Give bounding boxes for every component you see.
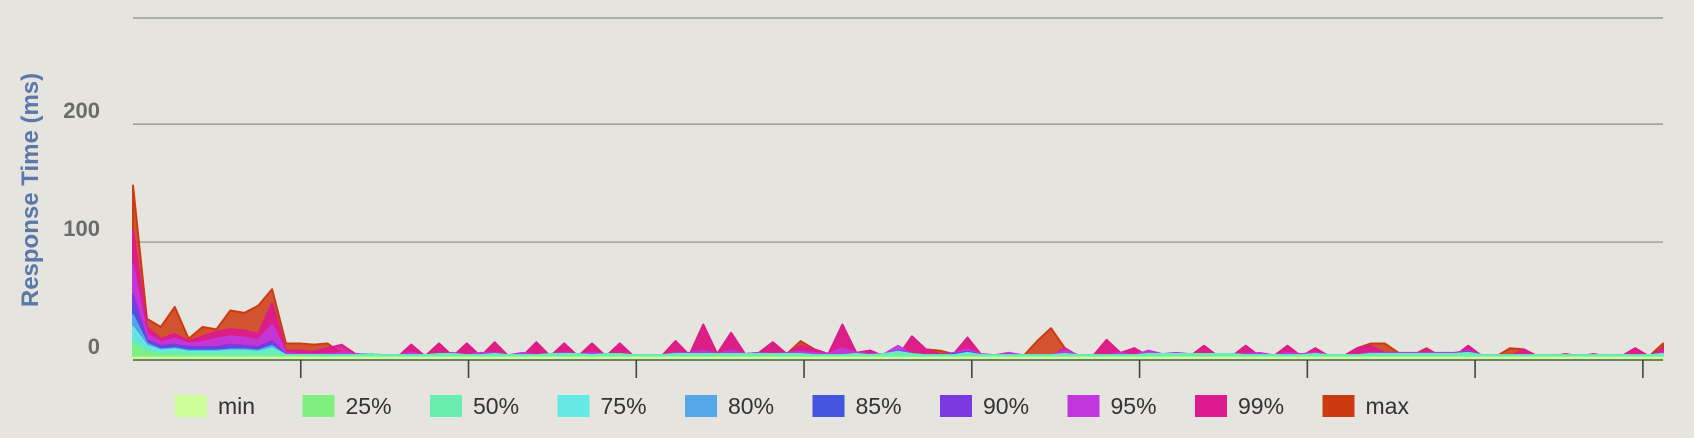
legend-item-90pct[interactable]: 90% [940, 393, 1029, 419]
legend-swatch [1067, 395, 1100, 417]
legend-swatch [557, 395, 590, 417]
legend-swatch [1322, 395, 1355, 417]
legend-item-75pct[interactable]: 75% [557, 393, 647, 419]
series-area-90pct [132, 294, 1664, 361]
legend-item-80pct[interactable]: 80% [685, 393, 774, 419]
legend-swatch [302, 395, 335, 417]
legend-swatch [685, 395, 717, 417]
area-layer [132, 184, 1664, 361]
y-tick-label: 100 [63, 216, 100, 241]
legend-label: 90% [983, 393, 1029, 419]
legend-swatch [430, 395, 462, 417]
legend-label: 75% [601, 393, 647, 419]
series-area-max [132, 184, 1664, 361]
legend-swatch [940, 395, 972, 417]
legend-swatch [175, 395, 207, 417]
legend-label: min [218, 393, 255, 419]
response-time-chart: 0 100 200 Response Time (ms) min 25% 50% 75% 8… [0, 0, 1694, 438]
legend-item-50pct[interactable]: 50% [430, 393, 519, 419]
legend-label: 99% [1238, 393, 1284, 419]
y-tick-label: 200 [63, 98, 100, 123]
y-axis-label: Response Time (ms) [17, 73, 44, 307]
legend-label: 25% [346, 393, 392, 419]
series-area-99pct [132, 229, 1664, 361]
legend-label: 50% [473, 393, 519, 419]
grid-layer [133, 17, 1663, 243]
legend-label: 80% [728, 393, 774, 419]
chart-canvas: 0 100 200 Response Time (ms) min 25% 50% 75% 8… [17, 17, 1664, 419]
axis-layer [133, 359, 1663, 378]
legend-label: max [1366, 393, 1410, 419]
legend-item-25pct[interactable]: 25% [302, 393, 392, 419]
legend-label: 95% [1111, 393, 1157, 419]
legend-swatch [812, 395, 845, 417]
legend-item-99pct[interactable]: 99% [1195, 393, 1284, 419]
legend-item-95pct[interactable]: 95% [1067, 393, 1157, 419]
y-tick-label: 0 [88, 334, 100, 359]
legend-label: 85% [856, 393, 902, 419]
legend-item-min[interactable]: min [175, 393, 255, 419]
legend: min 25% 50% 75% 80% 85% 90% 95% 99% max [175, 393, 1409, 419]
y-tick-layer: 0 100 200 [63, 98, 100, 359]
legend-item-max[interactable]: max [1322, 393, 1410, 419]
series-area-95pct [132, 264, 1664, 361]
legend-item-85pct[interactable]: 85% [812, 393, 902, 419]
legend-swatch [1195, 395, 1227, 417]
